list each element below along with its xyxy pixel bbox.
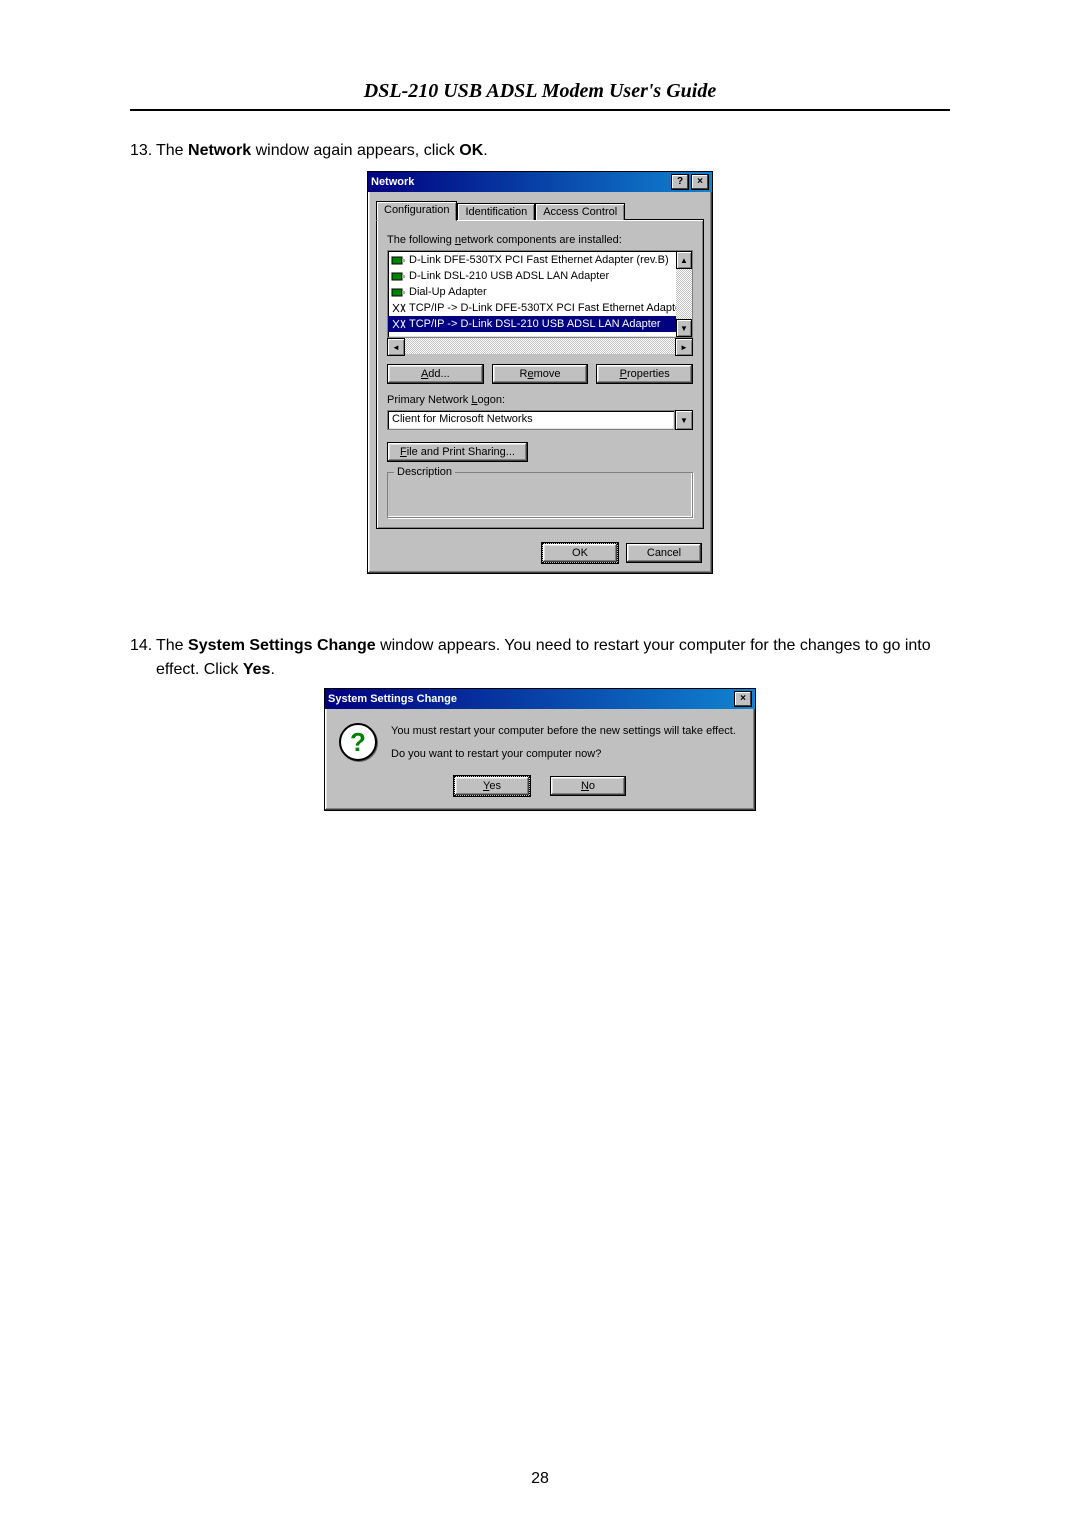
list-item[interactable]: TCP/IP -> D-Link DFE-530TX PCI Fast Ethe… <box>388 300 676 316</box>
ok-button[interactable]: OK <box>542 543 618 563</box>
vertical-scrollbar[interactable]: ▲ ▼ <box>676 251 692 337</box>
protocol-icon <box>391 301 407 315</box>
list-item-label: D-Link DFE-530TX PCI Fast Ethernet Adapt… <box>409 254 669 266</box>
list-item[interactable]: D-Link DSL-210 USB ADSL LAN Adapter <box>388 268 676 284</box>
syschange-titlebar[interactable]: System Settings Change × <box>325 689 755 709</box>
step-number: 14. <box>130 634 156 658</box>
primary-logon-label: Primary Network Logon: <box>387 394 693 406</box>
adapter-icon <box>391 285 407 299</box>
list-item-label: TCP/IP -> D-Link DFE-530TX PCI Fast Ethe… <box>409 302 676 314</box>
step-14-text: 14.The System Settings Change window app… <box>156 634 950 682</box>
adapter-icon <box>391 253 407 267</box>
components-listbox[interactable]: D-Link DFE-530TX PCI Fast Ethernet Adapt… <box>387 250 693 338</box>
syschange-message: You must restart your computer before th… <box>391 723 736 762</box>
scroll-down-button[interactable]: ▼ <box>676 319 692 337</box>
network-dialog-titlebar[interactable]: Network ? × <box>368 172 712 192</box>
system-settings-change-dialog: System Settings Change × ? You must rest… <box>324 688 756 811</box>
protocol-icon <box>391 317 407 331</box>
tab-row: Configuration Identification Access Cont… <box>376 201 704 220</box>
list-item[interactable]: D-Link DFE-530TX PCI Fast Ethernet Adapt… <box>388 252 676 268</box>
add-button[interactable]: Add... <box>387 364 484 384</box>
cancel-button[interactable]: Cancel <box>626 543 702 563</box>
step-13-text: 13.The Network window again appears, cli… <box>156 139 950 163</box>
list-item[interactable]: TCP/IP -> D-Link DSL-210 USB ADSL LAN Ad… <box>388 316 676 332</box>
yes-button[interactable]: Yes <box>454 776 530 796</box>
description-legend: Description <box>394 466 455 478</box>
tab-identification[interactable]: Identification <box>457 203 535 220</box>
scrollbar-track[interactable] <box>405 338 675 354</box>
step-number: 13. <box>130 139 156 163</box>
description-groupbox: Description <box>387 472 693 518</box>
list-item-label: D-Link DSL-210 USB ADSL LAN Adapter <box>409 270 609 282</box>
no-button[interactable]: No <box>550 776 626 796</box>
page-number: 28 <box>0 1470 1080 1488</box>
list-item-label: TCP/IP -> D-Link DSL-210 USB ADSL LAN Ad… <box>409 318 661 330</box>
help-button[interactable]: ? <box>671 174 689 190</box>
configuration-panel: The following network components are ins… <box>376 219 704 529</box>
primary-logon-value: Client for Microsoft Networks <box>387 410 675 430</box>
scroll-up-button[interactable]: ▲ <box>676 251 692 269</box>
properties-button[interactable]: Properties <box>596 364 693 384</box>
list-item[interactable]: Dial-Up Adapter <box>388 284 676 300</box>
list-item-label: Dial-Up Adapter <box>409 286 487 298</box>
close-button[interactable]: × <box>734 691 752 707</box>
remove-button[interactable]: Remove <box>492 364 589 384</box>
adapter-icon <box>391 269 407 283</box>
close-button[interactable]: × <box>691 174 709 190</box>
components-label: The following network components are ins… <box>387 234 693 246</box>
tab-configuration[interactable]: Configuration <box>376 201 457 221</box>
header-rule <box>130 109 950 111</box>
tab-access-control[interactable]: Access Control <box>535 203 625 220</box>
file-print-sharing-button[interactable]: File and Print Sharing... <box>387 442 528 462</box>
question-icon: ? <box>339 723 377 761</box>
scroll-right-button[interactable]: ► <box>675 338 693 356</box>
chevron-down-icon[interactable]: ▼ <box>675 410 693 430</box>
horizontal-scrollbar[interactable]: ◄ ► <box>387 337 693 354</box>
network-dialog: Network ? × Configuration Identification… <box>367 171 713 574</box>
network-dialog-title: Network <box>371 172 414 192</box>
document-header-title: DSL-210 USB ADSL Modem User's Guide <box>130 80 950 103</box>
primary-logon-combobox[interactable]: Client for Microsoft Networks ▼ <box>387 410 693 430</box>
scrollbar-track[interactable] <box>676 269 692 319</box>
syschange-title: System Settings Change <box>328 689 457 709</box>
scroll-left-button[interactable]: ◄ <box>387 338 405 356</box>
